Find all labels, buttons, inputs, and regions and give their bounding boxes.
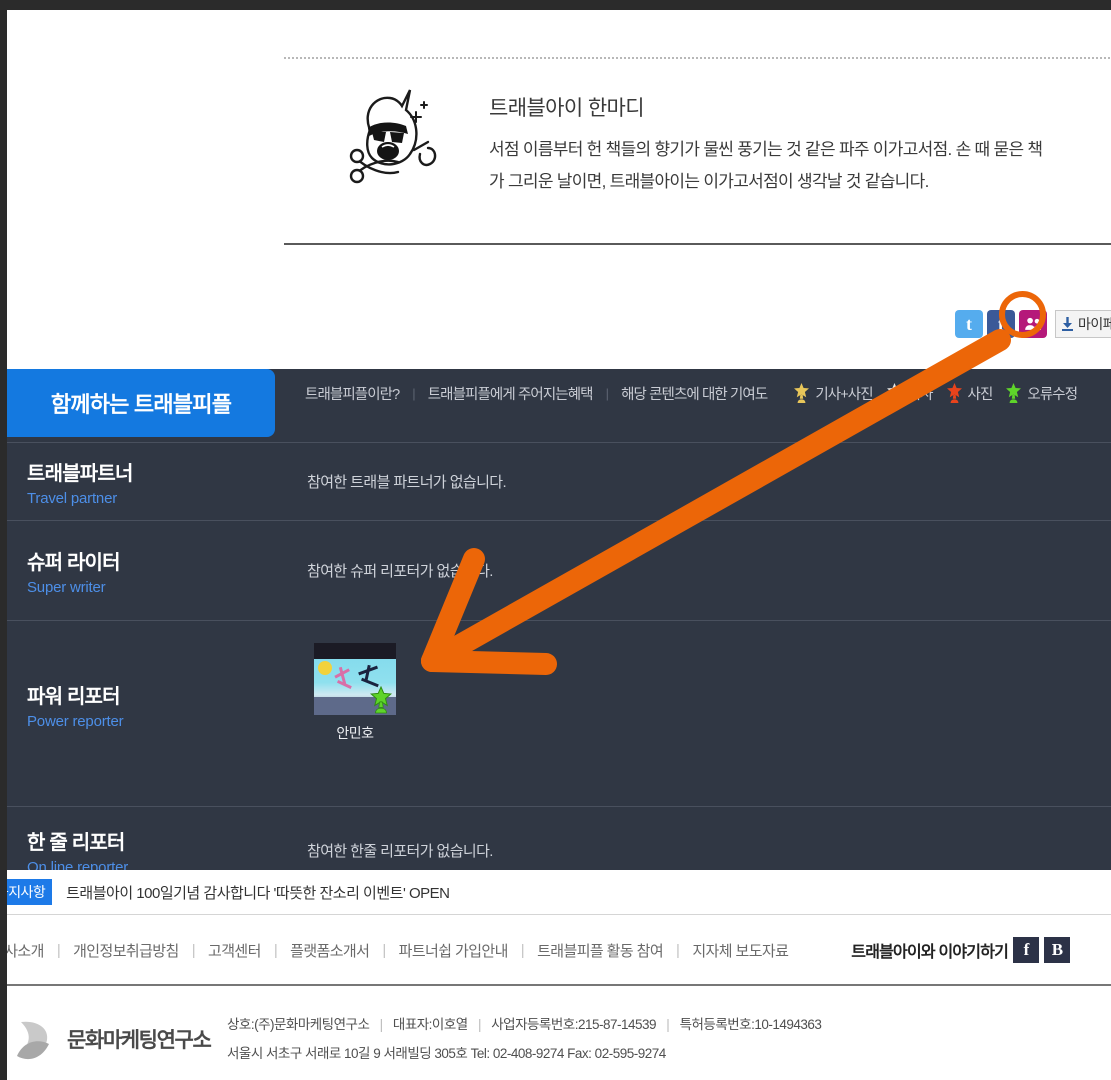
pin-silver-icon: [885, 382, 904, 404]
legend-green: 오류수정: [992, 382, 1078, 404]
nav-what-is-travelpeople[interactable]: 트래블피플이란?: [292, 383, 412, 404]
panel-nav: 트래블피플이란? | 트래블피플에게 주어지는혜택 | 해당 콘텐츠에 대한 기…: [275, 369, 1111, 417]
corp-sep: |: [477, 1017, 482, 1032]
corp-biz-number: 사업자등록번호:215-87-14539: [491, 1017, 657, 1032]
company-mark-icon: [15, 1016, 59, 1062]
nav-benefits[interactable]: 트래블피플에게 주어지는혜택: [415, 383, 606, 404]
reporter-thumbnail[interactable]: [314, 643, 396, 715]
footer-link-customer-center[interactable]: 고객센터: [195, 940, 274, 961]
corp-sep: |: [666, 1017, 670, 1032]
travel-people-panel: 함께하는 트래블피플 트래블피플이란? | 트래블피플에게 주어지는혜택 | 해…: [7, 369, 1111, 876]
empty-message: 참여한 한줄 리포터가 없습니다.: [307, 843, 493, 860]
row-label-super-writer: 슈퍼 라이터 Super writer: [7, 521, 307, 620]
nav-contribution-label: 해당 콘텐츠에 대한 기여도: [621, 386, 768, 403]
row-title-ko: 한 줄 리포터: [27, 831, 125, 854]
corporate-info: 상호:(주)문화마케팅연구소 | 대표자:이호열 | 사업자등록번호:215-8…: [227, 1010, 822, 1068]
talk-with-travelai: 트래블아이와 이야기하기 f B: [851, 937, 1071, 963]
row-super-writer: 슈퍼 라이터 Super writer 참여한 슈퍼 리포터가 없습니다.: [7, 520, 1111, 620]
notice-text[interactable]: 트래블아이 100일기념 감사합니다 '따뜻한 잔소리 이벤트' OPEN: [66, 882, 450, 903]
legend-red: 사진: [933, 382, 993, 404]
pin-red-icon: [945, 382, 964, 404]
corporate-logo: 문화마케팅연구소: [7, 1016, 227, 1062]
row-power-reporter: 파워 리포터 Power reporter 안민호: [7, 620, 1111, 806]
thumbnail-sun: [318, 661, 332, 675]
mypage-label: 마이페이지: [1078, 316, 1111, 332]
reporter-name: 안민호: [336, 725, 374, 741]
footer-link-platform-intro[interactable]: 플랫폼소개서: [277, 940, 382, 961]
corporate-footer: 문화마케팅연구소 상호:(주)문화마케팅연구소 | 대표자:이호열 | 사업자등…: [7, 988, 1111, 1080]
row-content-super-writer: 참여한 슈퍼 리포터가 없습니다.: [307, 521, 1111, 620]
footer-link-privacy[interactable]: 개인정보취급방침: [60, 940, 192, 961]
row-content-travel-partner: 참여한 트래블 파트너가 없습니다.: [307, 443, 1111, 520]
footer-links: 회사소개 | 개인정보취급방침 | 고객센터 | 플랫폼소개서 | 파트너쉽 가…: [7, 916, 1111, 986]
row-title-en: Power reporter: [27, 712, 124, 730]
comment-text-line2: 가 그리운 날이면, 트래블아이는 이가고서점이 생각날 것 같습니다.: [489, 172, 929, 191]
row-title-ko: 슈퍼 라이터: [27, 551, 121, 574]
reporter-card[interactable]: 안민호: [307, 643, 403, 743]
row-travel-partner: 트래블파트너 Travel partner 참여한 트래블 파트너가 없습니다.: [7, 442, 1111, 520]
page-root: 트래블아이 한마디 서점 이름부터 헌 책들의 향기가 물씬 풍기는 것 같은 …: [0, 0, 1111, 1080]
row-title-en: Travel partner: [27, 489, 118, 507]
comment-top-divider: [284, 57, 1111, 59]
blog-icon[interactable]: B: [1044, 937, 1071, 963]
pin-green-badge-icon: [368, 685, 394, 714]
panel-header: 함께하는 트래블피플 트래블피플이란? | 트래블피플에게 주어지는혜택 | 해…: [7, 369, 1111, 442]
corp-biz-name: 상호:(주)문화마케팅연구소: [227, 1017, 370, 1032]
company-name: 문화마케팅연구소: [67, 1029, 212, 1052]
notice-badge: 공지사항: [7, 879, 53, 905]
comment-body: 트래블아이 한마디 서점 이름부터 헌 책들의 향기가 물씬 풍기는 것 같은 …: [489, 92, 1111, 198]
twitter-glyph: t: [966, 313, 972, 334]
tab-together-travel-people[interactable]: 함께하는 트래블피플: [7, 369, 275, 437]
mypage-button[interactable]: 마이페이지: [1055, 310, 1111, 338]
comment-title: 트래블아이 한마디: [489, 97, 645, 120]
footer-link-partnership[interactable]: 파트너쉽 가입안내: [386, 940, 521, 961]
legend-silver: 기사: [873, 382, 933, 404]
facebook-icon[interactable]: f: [1013, 937, 1040, 963]
legend-label-silver: 기사: [907, 386, 934, 403]
corporate-info-line2: 서울시 서초구 서래로 10길 9 서래빌딩 305호 Tel: 02-408-…: [227, 1046, 666, 1061]
legend-label-green: 오류수정: [1027, 386, 1078, 403]
annotation-highlight-circle: [999, 291, 1046, 338]
empty-message: 참여한 트래블 파트너가 없습니다.: [307, 474, 507, 491]
browser-viewport: 트래블아이 한마디 서점 이름부터 헌 책들의 향기가 물씬 풍기는 것 같은 …: [7, 10, 1111, 1080]
row-content-power-reporter: 안민호: [307, 621, 1111, 806]
corporate-info-line1: 상호:(주)문화마케팅연구소 | 대표자:이호열 | 사업자등록번호:215-8…: [227, 1010, 822, 1039]
talk-label: 트래블아이와 이야기하기: [851, 944, 1009, 961]
mascot-icon: [332, 88, 454, 198]
legend-gold: 기사+사진: [780, 382, 874, 404]
comment-text-line1: 서점 이름부터 헌 책들의 향기가 물씬 풍기는 것 같은 파주 이가고서점. …: [489, 140, 1043, 159]
row-title-en: Super writer: [27, 578, 106, 596]
corp-sep: |: [379, 1017, 384, 1032]
corp-patent-number: 특허등록번호:10-1494363: [679, 1017, 822, 1032]
thumbnail-speckle-band: [314, 643, 396, 659]
download-icon: [1061, 317, 1074, 331]
comment-bottom-divider: [284, 243, 1111, 245]
row-title-ko: 파워 리포터: [27, 685, 121, 708]
footer-link-press[interactable]: 지자체 보도자료: [679, 940, 801, 961]
row-label-travel-partner: 트래블파트너 Travel partner: [7, 443, 307, 520]
empty-message: 참여한 슈퍼 리포터가 없습니다.: [307, 563, 493, 580]
pin-gold-icon: [792, 382, 811, 404]
footer-link-travelpeople-activity[interactable]: 트래블피플 활동 참여: [524, 940, 676, 961]
tab-label: 함께하는 트래블피플: [50, 392, 232, 417]
corp-ceo: 대표자:이호열: [392, 1017, 468, 1032]
legend-label-gold: 기사+사진: [815, 386, 873, 403]
row-title-ko: 트래블파트너: [27, 462, 133, 485]
legend-label-red: 사진: [967, 386, 994, 403]
notice-bar: 공지사항 트래블아이 100일기념 감사합니다 '따뜻한 잔소리 이벤트' OP…: [7, 870, 1111, 915]
twitter-icon[interactable]: t: [955, 310, 983, 338]
footer-link-about[interactable]: 회사소개: [7, 940, 57, 961]
pin-green-icon: [1004, 382, 1023, 404]
row-label-power-reporter: 파워 리포터 Power reporter: [7, 621, 307, 806]
